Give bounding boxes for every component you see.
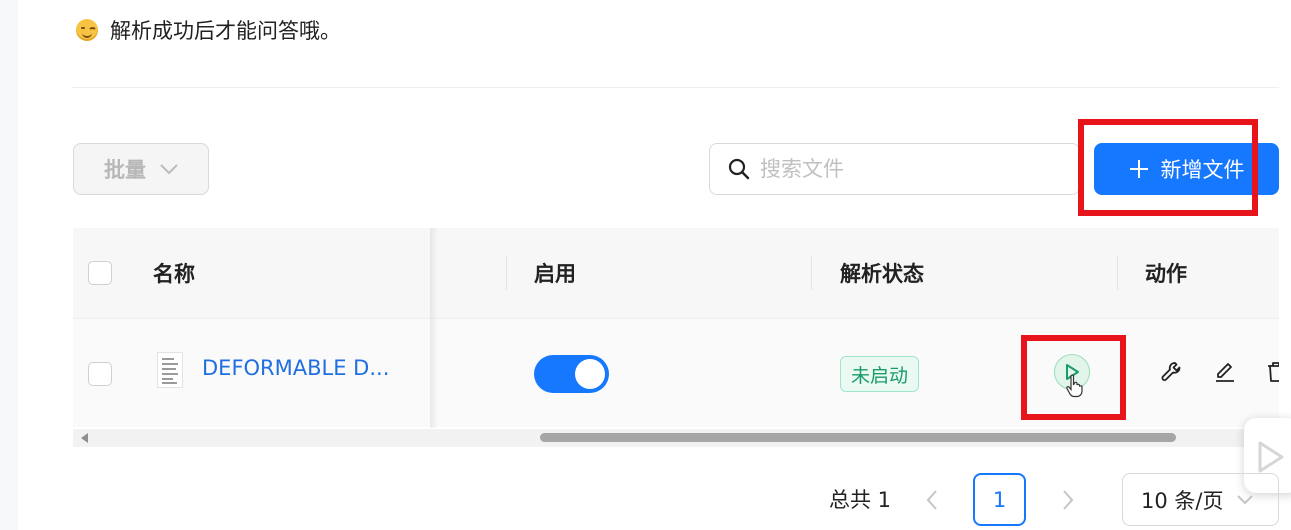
scroll-left-arrow-icon[interactable] [81,433,88,443]
page-size-select[interactable]: 10 条/页 [1122,473,1279,526]
column-actions: 动作 [1145,262,1187,286]
fixed-column-shadow [430,228,438,428]
column-separator [811,256,812,290]
add-file-button[interactable]: 新增文件 [1094,143,1279,195]
column-parse-status[interactable]: 解析状态 [840,228,924,318]
page-size-value: 10 条/页 [1141,488,1224,513]
total-count: 总共 1 [829,488,892,512]
batch-label: 批量 [104,158,146,182]
search-icon [728,158,750,180]
smile-wink-icon [76,19,98,41]
pagination: 总共 1 1 10 条/页 [0,473,1291,528]
play-icon [1258,441,1284,473]
next-page-icon[interactable] [1061,489,1075,511]
file-table: 名称 启用 解析状态 动作 DEFORMABLE D... 未启动 [73,228,1279,428]
table-row: DEFORMABLE D... 未启动 [73,319,1279,427]
enable-toggle[interactable] [534,355,609,393]
batch-dropdown-button[interactable]: 批量 [73,143,209,195]
add-file-label: 新增文件 [1160,158,1245,182]
delete-trash-icon[interactable] [1265,360,1279,384]
select-all-checkbox[interactable] [88,261,112,285]
hand-cursor-icon [1066,374,1083,398]
plus-icon [1129,160,1148,178]
chevron-down-icon [1237,494,1254,504]
parse-tip: 解析成功后才能问答哦。 [76,14,341,46]
table-header: 名称 启用 解析状态 动作 [73,228,1279,319]
left-panel-edge [0,0,18,530]
prev-page-icon[interactable] [925,489,939,511]
row-checkbox[interactable] [88,362,112,386]
toggle-knob [575,359,605,389]
pdf-document-icon [157,352,183,388]
edit-pencil-icon[interactable] [1213,360,1237,384]
parse-tip-text: 解析成功后才能问答哦。 [110,19,341,43]
column-separator [506,256,507,290]
search-box[interactable] [709,143,1080,195]
divider [72,87,1279,88]
parse-status-badge: 未启动 [840,356,920,392]
file-name-link[interactable]: DEFORMABLE D... [202,356,389,380]
page-number-1[interactable]: 1 [973,473,1026,526]
column-name[interactable]: 名称 [153,228,195,318]
scrollbar-thumb[interactable] [540,433,1176,442]
horizontal-scrollbar[interactable] [73,429,1279,447]
column-separator [1117,256,1118,290]
search-input[interactable] [758,156,1062,182]
wrench-icon[interactable] [1160,360,1184,384]
chevron-down-icon [160,164,178,175]
column-enabled[interactable]: 启用 [534,228,576,318]
